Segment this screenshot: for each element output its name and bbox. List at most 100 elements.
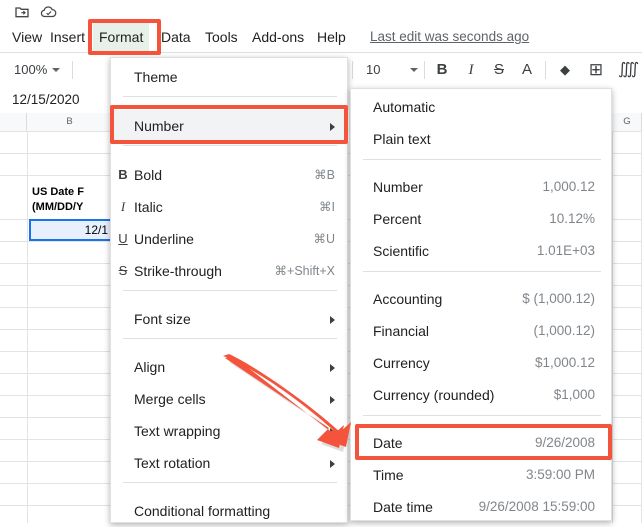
cell-b3-line1: US Date F: [32, 185, 112, 200]
number-submenu-item-currency-example: $1,000.12: [535, 347, 595, 379]
format-menu-item-strike-through-label: Strike-through: [134, 255, 222, 287]
merge-cells-icon[interactable]: ⨌: [618, 58, 636, 82]
format-menu-item-text-rotation[interactable]: Text rotation: [111, 447, 349, 479]
format-menu-item-text-wrapping[interactable]: Text wrapping: [111, 415, 349, 447]
google-sheets-window: View Insert Format Data Tools Add-ons He…: [0, 0, 642, 523]
number-submenu-item-percent-label: Percent: [373, 203, 421, 235]
column-header-b[interactable]: B: [27, 113, 113, 131]
fill-color-icon[interactable]: ◆: [556, 58, 574, 82]
italic-icon: I: [114, 191, 132, 223]
submenu-arrow-icon: [330, 396, 335, 404]
format-menu-item-underline[interactable]: U Underline ⌘U: [111, 223, 349, 255]
formula-bar-value[interactable]: 12/15/2020: [12, 86, 80, 113]
number-submenu-item-date-time[interactable]: Date time 9/26/2008 15:59:00: [351, 491, 613, 523]
format-menu-item-bold-label: Bold: [134, 159, 162, 191]
number-submenu-item-number-label: Number: [373, 171, 423, 203]
format-menu-item-underline-label: Underline: [134, 223, 194, 255]
number-submenu-item-scientific-example: 1.01E+03: [537, 235, 595, 267]
number-submenu-item-accounting[interactable]: Accounting $ (1,000.12): [351, 283, 613, 315]
row-header-corner[interactable]: [0, 113, 27, 131]
highlight-format-menu-box: [88, 19, 161, 55]
format-menu-separator-5: [123, 482, 337, 483]
format-menu-separator-2: [123, 145, 337, 146]
number-submenu-item-plain-text[interactable]: Plain text: [351, 123, 613, 155]
format-menu-item-text-wrapping-label: Text wrapping: [134, 415, 220, 447]
number-submenu-separator-3: [363, 415, 601, 416]
format-menu-separator-4: [123, 338, 337, 339]
toolbar-divider-2: [352, 61, 353, 79]
font-size-value[interactable]: 10: [366, 58, 380, 82]
format-menu-item-merge-cells[interactable]: Merge cells: [111, 383, 349, 415]
submenu-arrow-icon: [330, 316, 335, 324]
format-menu-item-align[interactable]: Align: [111, 351, 349, 383]
zoom-level-value[interactable]: 100%: [14, 58, 47, 82]
number-submenu-item-currency-label: Currency: [373, 347, 430, 379]
number-submenu-item-currency[interactable]: Currency $1,000.12: [351, 347, 613, 379]
number-submenu-item-time[interactable]: Time 3:59:00 PM: [351, 459, 613, 491]
format-menu-item-conditional-formatting[interactable]: Conditional formatting: [111, 495, 349, 527]
format-menu-item-theme[interactable]: Theme: [111, 61, 349, 93]
toolbar-divider-1: [72, 61, 73, 79]
format-menu-item-bold-shortcut: ⌘B: [314, 159, 335, 191]
bold-icon[interactable]: B: [434, 58, 450, 82]
number-submenu-item-automatic[interactable]: Automatic: [351, 91, 613, 123]
format-menu-item-font-size-label: Font size: [134, 303, 191, 335]
number-submenu-item-accounting-example: $ (1,000.12): [522, 283, 595, 315]
format-menu-separator-1: [123, 96, 337, 97]
format-menu-item-italic[interactable]: I Italic ⌘I: [111, 191, 349, 223]
highlight-date-option-box: [355, 424, 612, 460]
toolbar-divider-3: [424, 61, 425, 79]
number-submenu-item-accounting-label: Accounting: [373, 283, 442, 315]
move-to-folder-icon[interactable]: [14, 4, 30, 20]
number-submenu-item-financial-example: (1,000.12): [533, 315, 595, 347]
format-menu-item-align-label: Align: [134, 351, 165, 383]
number-submenu-separator-2: [363, 271, 601, 272]
number-submenu-item-plain-text-label: Plain text: [373, 123, 431, 155]
number-submenu-item-date-time-label: Date time: [373, 491, 433, 523]
submenu-arrow-icon: [330, 428, 335, 436]
menu-tools[interactable]: Tools: [199, 22, 244, 52]
menu-data[interactable]: Data: [155, 22, 197, 52]
cell-b3[interactable]: US Date F (MM/DD/Y: [30, 185, 112, 219]
number-submenu-item-financial[interactable]: Financial (1,000.12): [351, 315, 613, 347]
format-menu-item-theme-label: Theme: [134, 61, 178, 93]
format-menu-item-strike-through[interactable]: S Strike-through ⌘+Shift+X: [111, 255, 349, 287]
format-menu-item-font-size[interactable]: Font size: [111, 303, 349, 335]
cloud-saved-icon[interactable]: [40, 4, 56, 20]
text-color-icon[interactable]: A: [519, 58, 535, 82]
italic-icon[interactable]: I: [463, 58, 479, 82]
cell-b4-selected[interactable]: 12/1: [29, 219, 113, 241]
borders-icon[interactable]: ⊞: [587, 58, 605, 82]
column-header-g[interactable]: G: [613, 113, 642, 131]
menu-insert[interactable]: Insert: [44, 22, 91, 52]
number-submenu-item-currency-rounded-example: $1,000: [554, 379, 595, 411]
format-menu-item-merge-cells-label: Merge cells: [134, 383, 206, 415]
zoom-chevron-down-icon[interactable]: [52, 68, 60, 72]
last-edit-status[interactable]: Last edit was seconds ago: [370, 22, 529, 52]
format-menu-item-italic-label: Italic: [134, 191, 163, 223]
number-submenu-item-financial-label: Financial: [373, 315, 429, 347]
number-submenu-item-currency-rounded[interactable]: Currency (rounded) $1,000: [351, 379, 613, 411]
number-submenu-item-automatic-label: Automatic: [373, 91, 435, 123]
format-menu-item-bold[interactable]: B Bold ⌘B: [111, 159, 349, 191]
font-size-chevron-down-icon[interactable]: [410, 68, 418, 72]
number-submenu-item-scientific[interactable]: Scientific 1.01E+03: [351, 235, 613, 267]
grid-vline-a: [27, 131, 28, 523]
number-submenu-item-number-example: 1,000.12: [542, 171, 595, 203]
underline-icon: U: [114, 223, 132, 255]
toolbar-divider-4: [545, 61, 546, 79]
menu-help[interactable]: Help: [311, 22, 352, 52]
submenu-arrow-icon: [330, 460, 335, 468]
number-submenu-item-time-example: 3:59:00 PM: [526, 459, 595, 491]
format-menu-item-italic-shortcut: ⌘I: [319, 191, 335, 223]
format-menu-item-strike-through-shortcut: ⌘+Shift+X: [275, 255, 335, 287]
number-submenu-item-number[interactable]: Number 1,000.12: [351, 171, 613, 203]
number-submenu-item-percent[interactable]: Percent 10.12%: [351, 203, 613, 235]
number-submenu-item-percent-example: 10.12%: [549, 203, 595, 235]
strikethrough-icon[interactable]: S: [491, 58, 507, 82]
menu-add-ons[interactable]: Add-ons: [246, 22, 310, 52]
strikethrough-icon: S: [114, 255, 132, 287]
format-menu-separator-3: [123, 290, 337, 291]
cell-b3-line2: (MM/DD/Y: [32, 200, 112, 215]
menu-view[interactable]: View: [6, 22, 48, 52]
